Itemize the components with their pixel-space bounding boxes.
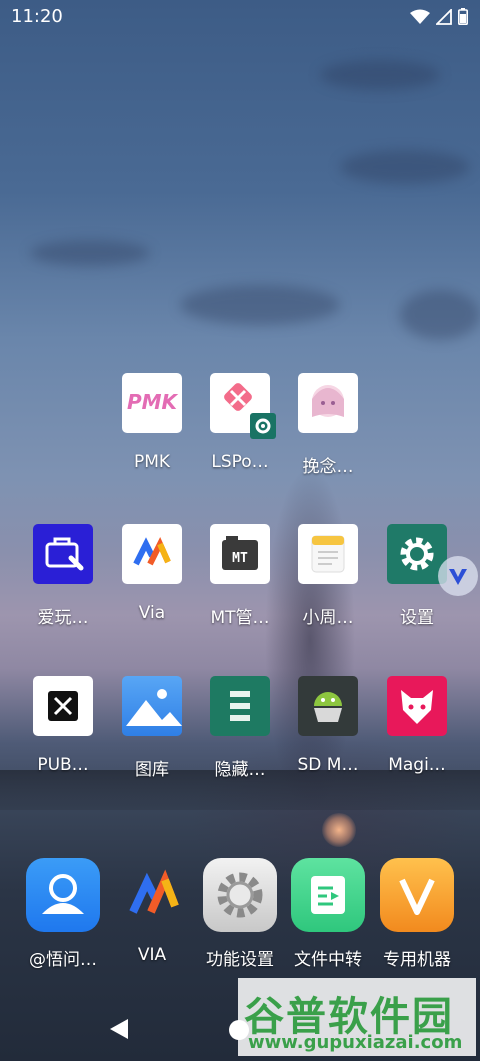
toolbox-icon [33, 524, 93, 584]
app-label: 小周… [302, 608, 354, 628]
svg-text:PMK: PMK [127, 390, 179, 414]
file-transfer-icon [291, 858, 365, 932]
dock-app-function-settings[interactable]: 功能设置 [196, 858, 284, 970]
dock-app-via[interactable]: VIA [108, 858, 196, 965]
hide-app-icon [210, 676, 270, 736]
sd-maid-icon [298, 676, 358, 736]
gallery-icon [122, 676, 182, 736]
app-label: Via [138, 603, 166, 623]
app-gallery[interactable]: 图库 [108, 676, 196, 780]
floating-assistant-button[interactable] [438, 556, 478, 596]
app-via[interactable]: Via [108, 524, 196, 623]
notes-icon [298, 524, 358, 584]
app-label: PMK [133, 452, 171, 472]
magisk-fox-icon [387, 676, 447, 736]
status-bar: 11:20 [0, 0, 480, 34]
dock-app-file-transfer[interactable]: 文件中转 [284, 858, 372, 970]
watermark: 谷普软件园 www.gupuxiazai.com [238, 978, 476, 1056]
app-label: Magi… [388, 755, 446, 775]
app-magisk[interactable]: Magi… [373, 676, 461, 775]
app-label: 图库 [135, 760, 169, 780]
pub-tools-icon [33, 676, 93, 736]
app-xiaozhou[interactable]: 小周… [284, 524, 372, 628]
clock: 11:20 [11, 6, 63, 27]
app-label: 功能设置 [206, 950, 274, 970]
pmk-logo-icon: PMK [122, 373, 182, 433]
app-lsposed[interactable]: LSPo… [196, 373, 284, 472]
app-aiwan[interactable]: 爱玩… [19, 524, 107, 628]
battery-icon [458, 8, 468, 25]
app-hide[interactable]: 隐藏… [196, 676, 284, 780]
dedicated-machine-icon [380, 858, 454, 932]
app-label: 隐藏… [214, 760, 266, 780]
v-logo-icon [449, 569, 467, 585]
app-label: LSPo… [211, 452, 269, 472]
via-browser-icon [122, 524, 182, 584]
app-label: 爱玩… [37, 608, 89, 628]
app-pmk[interactable]: PMK PMK [108, 373, 196, 472]
app-label: 文件中转 [294, 950, 362, 970]
anime-avatar-icon [298, 373, 358, 433]
contact-icon [26, 858, 100, 932]
wifi-icon [410, 9, 430, 24]
back-button-icon[interactable] [108, 1017, 130, 1041]
app-label: SD M… [297, 755, 359, 775]
app-label: PUB… [37, 755, 89, 775]
app-label: 专用机器 [383, 950, 451, 970]
mt-manager-icon: MT [210, 524, 270, 584]
watermark-url: www.gupuxiazai.com [248, 1032, 463, 1053]
app-pub[interactable]: PUB… [19, 676, 107, 775]
dock-app-dedicated[interactable]: 专用机器 [373, 858, 461, 970]
app-label: @悟问… [29, 950, 97, 970]
lsposed-icon [210, 373, 276, 439]
app-label: 设置 [400, 608, 434, 628]
app-label: 挽念… [302, 457, 354, 477]
app-sd-maid[interactable]: SD M… [284, 676, 372, 775]
via-icon [115, 858, 189, 932]
lantern-glow [322, 813, 356, 847]
app-wannian[interactable]: 挽念… [284, 373, 372, 477]
app-label: VIA [137, 945, 167, 965]
svg-text:MT: MT [232, 551, 248, 566]
function-settings-icon [203, 858, 277, 932]
cellular-signal-icon [436, 8, 452, 25]
dock-app-contact[interactable]: @悟问… [19, 858, 107, 970]
work-gear-badge-icon [250, 413, 276, 439]
app-label: MT管… [210, 608, 270, 628]
app-mt-manager[interactable]: MT MT管… [196, 524, 284, 628]
